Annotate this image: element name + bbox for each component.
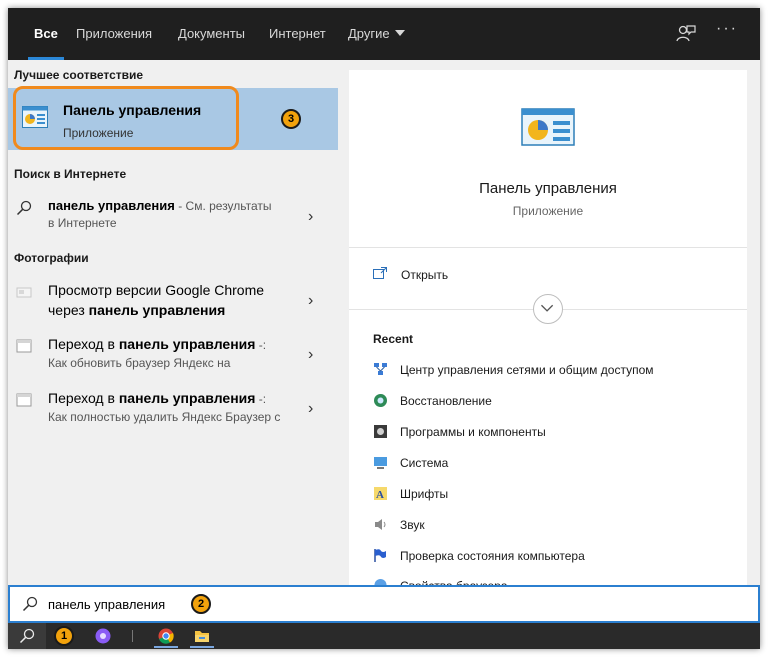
search-icon (16, 200, 32, 216)
tab-label: Интернет (269, 26, 326, 41)
photo-file-icon (16, 393, 32, 407)
tab-apps[interactable]: Приложения (76, 8, 152, 60)
chrome-icon[interactable] (158, 628, 174, 644)
photo-line1-suffix: -: (255, 392, 267, 406)
search-input[interactable] (48, 594, 188, 614)
programs-icon (374, 425, 387, 438)
photo-result-item[interactable]: Переход в панель управления -: Как обнов… (8, 336, 338, 376)
taskbar: 1 (8, 623, 760, 649)
search-icon (22, 596, 38, 612)
photo-result-line1: Переход в панель управления -: (48, 390, 266, 406)
photo-result-line2: Как обновить браузер Яндекс на (48, 356, 231, 370)
recent-item-label: Восстановление (400, 394, 492, 408)
annotation-highlight-frame (13, 86, 239, 150)
web-result-query: панель управления (48, 198, 175, 213)
preview-panel: Панель управления Приложение Открыть Rec… (349, 70, 747, 593)
chevron-down-icon (541, 304, 554, 312)
cortana-icon[interactable] (95, 628, 111, 644)
flag-icon (374, 549, 386, 562)
chevron-right-icon[interactable]: › (308, 346, 313, 364)
photo-result-item[interactable]: Просмотр версии Google Chrome через пане… (8, 282, 338, 324)
photo-line2-bold: панель управления (88, 302, 226, 318)
photo-file-icon (16, 287, 32, 298)
photo-result-line2: через панель управления (48, 302, 225, 318)
search-box[interactable]: 2 (8, 585, 760, 623)
recent-item-label: Система (400, 456, 449, 470)
taskbar-divider (132, 630, 133, 642)
annotation-badge-2: 2 (191, 594, 211, 614)
best-match-heading: Лучшее соответствие (14, 68, 144, 82)
recent-item-label: Программы и компоненты (400, 425, 546, 439)
photo-line1-suffix: -: (255, 338, 267, 352)
active-app-indicator (190, 646, 214, 648)
recent-heading: Recent (373, 332, 414, 346)
chevron-right-icon[interactable]: › (308, 208, 313, 226)
photos-heading: Фотографии (14, 251, 89, 265)
preview-app-title: Панель управления (479, 180, 617, 197)
network-center-icon (374, 363, 387, 375)
fonts-icon: A (374, 487, 387, 501)
tab-internet[interactable]: Интернет (269, 8, 326, 60)
tab-other[interactable]: Другие (348, 8, 405, 60)
web-result-line2: в Интернете (48, 216, 117, 230)
tab-all[interactable]: Все (28, 8, 64, 60)
tab-label: Приложения (76, 26, 153, 41)
recovery-icon (374, 394, 387, 407)
recent-item-label: Звук (400, 518, 425, 532)
svg-text:A: A (376, 489, 384, 501)
annotation-badge-1: 1 (54, 626, 74, 646)
chevron-right-icon[interactable]: › (308, 400, 313, 418)
taskbar-search-button[interactable] (8, 623, 46, 649)
web-result-suffix: - См. результаты (174, 199, 272, 213)
photo-result-line1: Просмотр версии Google Chrome (48, 282, 265, 298)
web-result-item[interactable]: панель управления - См. результаты в Инт… (8, 198, 338, 238)
feedback-icon[interactable] (676, 24, 696, 44)
web-search-heading: Поиск в Интернете (14, 167, 127, 181)
photo-result-line1: Переход в панель управления -: (48, 336, 266, 352)
photo-line2-text: через (48, 302, 89, 318)
chevron-down-icon (394, 30, 405, 36)
recent-item-label: Проверка состояния компьютера (400, 549, 585, 563)
annotation-badge-3: 3 (281, 109, 301, 129)
divider (349, 247, 747, 248)
chevron-right-icon[interactable]: › (308, 292, 313, 310)
more-icon[interactable]: ··· (716, 20, 738, 38)
tab-documents[interactable]: Документы (178, 8, 245, 60)
photo-file-icon (16, 339, 32, 353)
open-window-icon (373, 267, 387, 279)
tab-label: Другие (348, 26, 390, 41)
open-action[interactable]: Открыть (373, 266, 493, 286)
search-filter-bar: Все Приложения Документы Интернет Другие… (8, 8, 760, 60)
active-app-indicator (154, 646, 178, 648)
tab-label: Все (34, 26, 58, 41)
photo-line1-bold: панель управления (118, 390, 256, 406)
system-icon (374, 457, 387, 469)
recent-item-label: Шрифты (400, 487, 449, 501)
web-result-line1: панель управления - См. результаты (48, 198, 272, 213)
open-label: Открыть (401, 268, 449, 282)
recent-item-label: Центр управления сетями и общим доступом (400, 363, 654, 377)
photo-result-item[interactable]: Переход в панель управления -: Как полно… (8, 390, 338, 430)
file-explorer-icon[interactable] (194, 628, 210, 644)
start-search-window: Все Приложения Документы Интернет Другие… (8, 8, 760, 649)
photo-line1-text: Переход в (48, 336, 119, 352)
sound-icon (375, 519, 386, 530)
tab-label: Документы (178, 26, 246, 41)
search-icon (19, 628, 35, 644)
preview-app-subtitle: Приложение (512, 204, 584, 218)
expand-button[interactable] (533, 294, 563, 324)
photo-line1-text: Переход в (48, 390, 119, 406)
photo-line1-bold: панель управления (118, 336, 256, 352)
photo-result-line2: Как полностью удалить Яндекс Браузер с (48, 410, 281, 424)
control-panel-icon (521, 108, 575, 146)
